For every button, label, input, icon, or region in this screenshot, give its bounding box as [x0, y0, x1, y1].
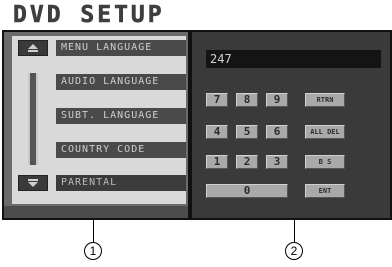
- scroll-down-button[interactable]: [18, 175, 48, 191]
- key-7[interactable]: 7: [206, 93, 228, 107]
- setup-menu-list: MENU LANGUAGE AUDIO LANGUAGE SUBT. LANGU…: [12, 36, 186, 204]
- menu-scrollbar-thumb[interactable]: [30, 73, 36, 165]
- callout-1: 1: [84, 242, 102, 260]
- menu-item-parental[interactable]: PARENTAL: [56, 175, 186, 191]
- key-0[interactable]: 0: [206, 184, 288, 198]
- key-4[interactable]: 4: [206, 125, 228, 139]
- enter-button[interactable]: ENT: [305, 184, 345, 198]
- menu-scrollbar[interactable]: [28, 73, 38, 165]
- menu-item-menu-language[interactable]: MENU LANGUAGE: [56, 40, 186, 56]
- screen-title-bar: DVD SETUP: [0, 0, 392, 30]
- menu-item-subtitle-language[interactable]: SUBT. LANGUAGE: [56, 108, 186, 124]
- return-button[interactable]: RTRN: [305, 93, 345, 107]
- backspace-button[interactable]: B S: [305, 155, 345, 169]
- screen-title: DVD SETUP: [13, 2, 165, 29]
- callout-2: 2: [285, 242, 303, 260]
- key-9[interactable]: 9: [266, 93, 288, 107]
- setup-menu-panel: MENU LANGUAGE AUDIO LANGUAGE SUBT. LANGU…: [2, 30, 190, 220]
- menu-item-country-code[interactable]: COUNTRY CODE: [56, 142, 186, 158]
- callout-line-1: [93, 220, 94, 242]
- code-display: 247: [206, 50, 381, 68]
- key-8[interactable]: 8: [236, 93, 258, 107]
- callout-line-2: [294, 220, 295, 242]
- arrow-up-icon: [28, 44, 38, 52]
- keypad-panel: 247 7 8 9 RTRN 4 5 6 ALL DEL 1 2 3 B S 0…: [190, 30, 392, 220]
- menu-item-audio-language[interactable]: AUDIO LANGUAGE: [56, 74, 186, 90]
- scroll-up-button[interactable]: [18, 40, 48, 56]
- key-5[interactable]: 5: [236, 125, 258, 139]
- key-2[interactable]: 2: [236, 155, 258, 169]
- key-3[interactable]: 3: [266, 155, 288, 169]
- key-6[interactable]: 6: [266, 125, 288, 139]
- key-1[interactable]: 1: [206, 155, 228, 169]
- menu-panel-footer: [4, 206, 188, 218]
- arrow-down-icon: [28, 179, 38, 187]
- all-delete-button[interactable]: ALL DEL: [305, 125, 345, 139]
